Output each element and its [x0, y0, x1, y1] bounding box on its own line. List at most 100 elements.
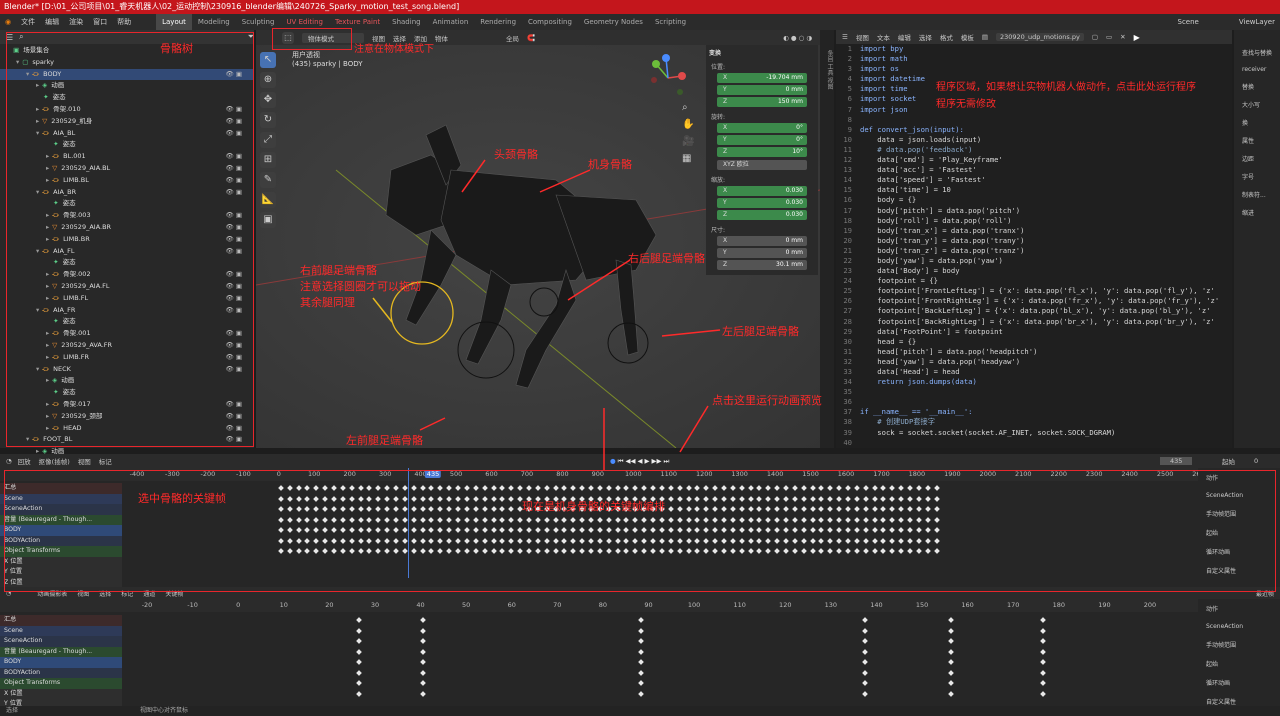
keyframe[interactable]: [1039, 648, 1046, 655]
sidebar-tabs[interactable]: 条目 工具 视图: [820, 30, 834, 448]
text-sidebar-item[interactable]: 查找与替换: [1242, 48, 1280, 57]
keyframe[interactable]: [948, 627, 955, 634]
rot-field[interactable]: X 0°: [717, 123, 807, 133]
text-menu-item[interactable]: 模板: [961, 32, 974, 42]
keyframe[interactable]: [419, 669, 426, 676]
keyframe[interactable]: [861, 669, 868, 676]
workspace-tab[interactable]: Scripting: [649, 14, 692, 30]
dopesheet-ruler[interactable]: -20 -10 0 10 20 30 40 50 60 70 80 90 100 110 120 130 140…: [0, 599, 1198, 612]
rot-field[interactable]: Z 10°: [717, 147, 807, 157]
keyframe[interactable]: [861, 638, 868, 644]
timeline-menu-item[interactable]: 回放: [18, 456, 31, 466]
workspace-tab[interactable]: Geometry Nodes: [578, 14, 649, 30]
timeline-menu-item[interactable]: 标记: [99, 456, 112, 466]
keyframe[interactable]: [861, 680, 868, 686]
move-tool-icon[interactable]: ✥: [260, 92, 276, 108]
open-text-icon[interactable]: ▭: [1106, 33, 1112, 41]
keyframe[interactable]: [638, 659, 645, 665]
menu-item[interactable]: 帮助: [112, 18, 136, 26]
keyframe[interactable]: [948, 680, 955, 686]
sidebar-entry[interactable]: 动作: [1198, 599, 1280, 618]
keyframe[interactable]: [948, 648, 955, 655]
blender-logo-icon[interactable]: ◉: [0, 18, 16, 26]
current-frame-field[interactable]: 435: [1160, 457, 1193, 465]
rotation-mode-dropdown[interactable]: XYZ 欧拉: [717, 160, 807, 170]
new-text-icon[interactable]: ▢: [1092, 33, 1098, 41]
text-sidebar-item[interactable]: 大小写: [1242, 100, 1280, 109]
channel-row[interactable]: X 位置: [0, 688, 122, 699]
keyframe[interactable]: [861, 617, 868, 623]
text-sidebar-item[interactable]: 替换: [1242, 82, 1280, 91]
keyframe[interactable]: [1039, 617, 1046, 623]
prev-key-icon[interactable]: ◀◀: [626, 457, 636, 466]
keyframe[interactable]: [1039, 690, 1046, 697]
keyframe[interactable]: [638, 680, 645, 686]
keyframe[interactable]: [355, 669, 362, 676]
keyframe[interactable]: [419, 627, 426, 634]
text-sidebar-item[interactable]: 属性: [1242, 136, 1280, 145]
menu-item[interactable]: 渲染: [64, 18, 88, 26]
menu-item[interactable]: 编辑: [40, 18, 64, 26]
channel-row[interactable]: 音量 (Beauregard - Though...: [0, 646, 122, 657]
keyframe[interactable]: [419, 638, 426, 644]
channel-row[interactable]: BODYAction: [0, 667, 122, 678]
keyframe[interactable]: [355, 648, 362, 655]
keyframe[interactable]: [1039, 638, 1046, 644]
workspace-tab[interactable]: Layout: [156, 14, 192, 30]
keyframe[interactable]: [355, 617, 362, 623]
scale-tool-icon[interactable]: ⤢: [260, 132, 276, 148]
keyframe[interactable]: [948, 638, 955, 644]
keyframe[interactable]: [638, 638, 645, 644]
channel-row[interactable]: Scene: [0, 625, 122, 636]
keyframe[interactable]: [948, 659, 955, 665]
sidebar-entry[interactable]: 起始: [1198, 654, 1280, 673]
keyframe[interactable]: [419, 648, 426, 655]
close-text-icon[interactable]: ✕: [1120, 33, 1125, 41]
keyframe[interactable]: [419, 680, 426, 686]
scale-field[interactable]: X 0.030: [717, 186, 807, 196]
text-sidebar-item[interactable]: 制表符...: [1242, 190, 1280, 199]
viewport-menu-item[interactable]: 物体: [435, 33, 448, 43]
keyframe[interactable]: [861, 627, 868, 634]
keyframe[interactable]: [638, 690, 645, 697]
keyframe[interactable]: [948, 669, 955, 676]
add-cube-icon[interactable]: ▣: [260, 212, 276, 228]
rot-field[interactable]: Y 0°: [717, 135, 807, 145]
keyframe[interactable]: [1039, 669, 1046, 676]
keyframe[interactable]: [1039, 659, 1046, 665]
measure-tool-icon[interactable]: 📐: [260, 192, 276, 208]
editor-type-icon[interactable]: ◔: [6, 457, 12, 465]
dim-field[interactable]: Z 30.1 mm: [717, 260, 807, 270]
play-reverse-icon[interactable]: ◀: [638, 457, 643, 466]
text-sidebar-item[interactable]: 边距: [1242, 154, 1280, 163]
keyframe[interactable]: [1039, 680, 1046, 686]
zoom-icon[interactable]: ⌕: [682, 102, 694, 113]
editor-type-icon[interactable]: ☰: [842, 33, 848, 41]
workspace-tab[interactable]: Modeling: [192, 14, 236, 30]
run-script-button[interactable]: ▶: [1134, 33, 1140, 42]
next-key-icon[interactable]: ▶▶: [652, 457, 662, 466]
text-menu-item[interactable]: 文本: [877, 32, 890, 42]
keyframe[interactable]: [1039, 627, 1046, 634]
loc-field[interactable]: Z 150 mm: [717, 97, 807, 107]
text-file-selector[interactable]: 230920_udp_motions.py: [995, 33, 1084, 41]
text-menu-item[interactable]: 格式: [940, 32, 953, 42]
timeline-menu-item[interactable]: 抠像(插帧): [39, 456, 70, 466]
keyframe[interactable]: [948, 690, 955, 697]
annotate-tool-icon[interactable]: ✎: [260, 172, 276, 188]
channel-row[interactable]: Object Transforms: [0, 678, 122, 689]
keyframe[interactable]: [861, 690, 868, 697]
workspace-tab[interactable]: Rendering: [474, 14, 522, 30]
scene-selector[interactable]: Scene: [1173, 18, 1204, 26]
channel-row[interactable]: SceneAction: [0, 636, 122, 647]
snap-icon[interactable]: 🧲: [527, 34, 535, 42]
keyframe[interactable]: [355, 627, 362, 634]
loc-field[interactable]: Y 0 mm: [717, 85, 807, 95]
workspace-tab[interactable]: Shading: [386, 14, 426, 30]
text-sidebar-item[interactable]: 缩进: [1242, 208, 1280, 217]
text-sidebar-item[interactable]: receiver: [1242, 66, 1280, 73]
grid-icon[interactable]: ▦: [682, 153, 694, 164]
sidebar-entry[interactable]: 循环动画: [1198, 673, 1280, 692]
camera-icon[interactable]: 🎥: [682, 136, 694, 147]
menu-item[interactable]: 文件: [16, 18, 40, 26]
